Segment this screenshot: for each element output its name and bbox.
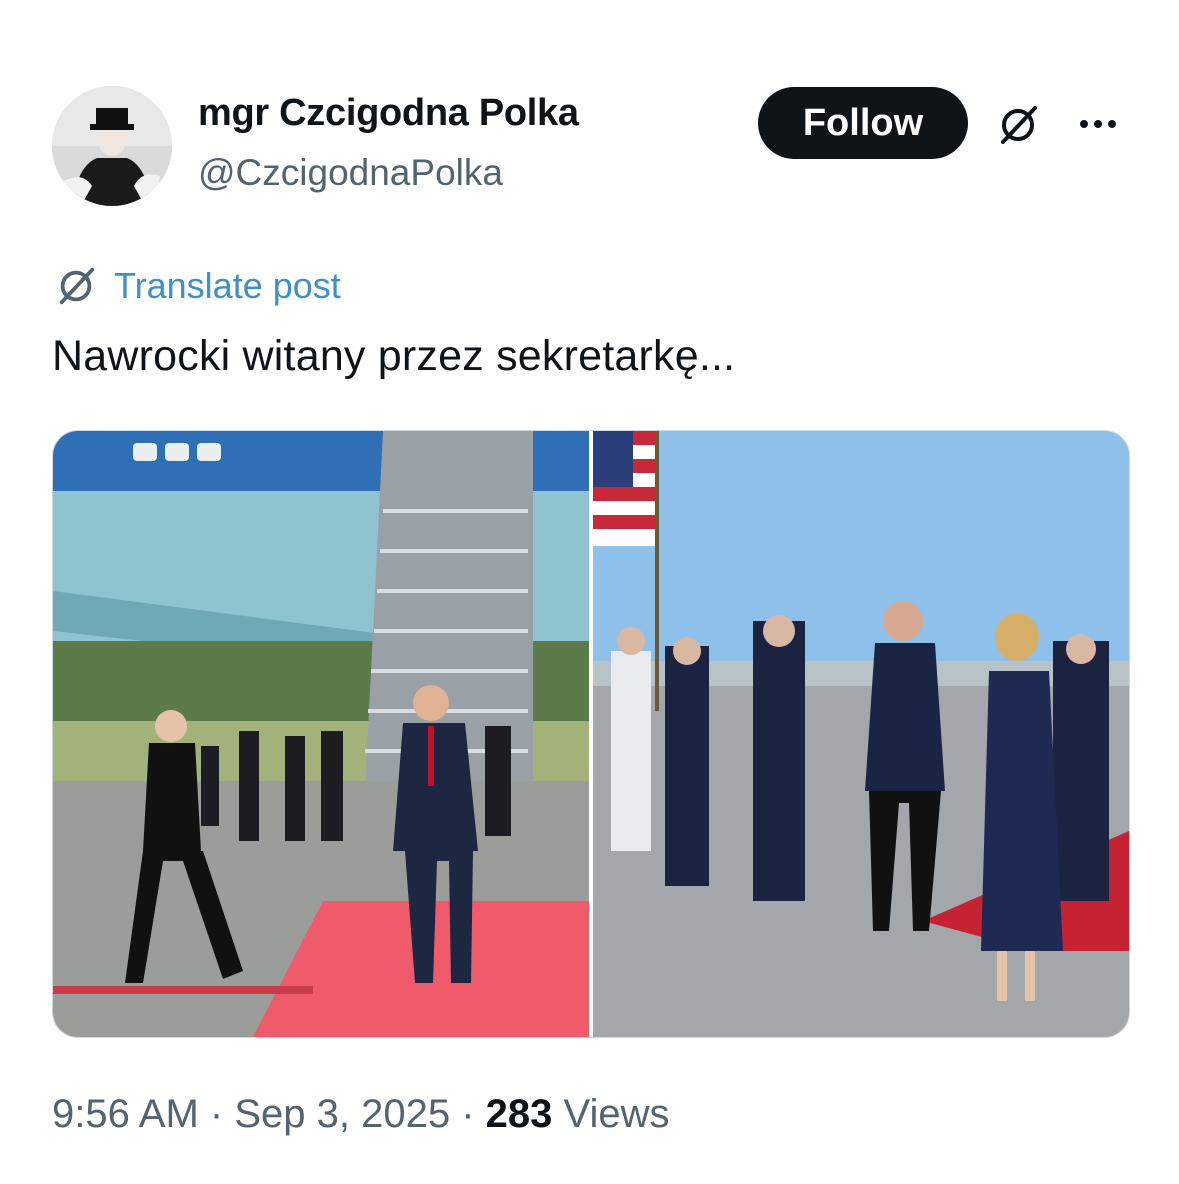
- grok-icon: [59, 267, 95, 305]
- post-date[interactable]: Sep 3, 2025: [234, 1092, 450, 1136]
- media-photo-left[interactable]: [53, 431, 589, 1037]
- views-link[interactable]: 283 Views: [486, 1092, 670, 1136]
- media-photo-right[interactable]: [593, 431, 1129, 1037]
- photo-honor-guard-greeting: [593, 431, 1129, 1037]
- grok-icon: [1001, 106, 1037, 144]
- more-icon: [1080, 120, 1088, 128]
- views-label: Views: [563, 1092, 670, 1136]
- translate-post-label: Translate post: [114, 265, 341, 306]
- translate-post-button[interactable]: Translate post: [54, 262, 341, 310]
- photo-airport-handshake: [53, 431, 589, 1037]
- follow-button[interactable]: Follow: [758, 87, 968, 159]
- post-media: [52, 430, 1130, 1038]
- post-meta: 9:56 AM · Sep 3, 2025 · 283 Views: [52, 1092, 670, 1137]
- more-icon: [1108, 120, 1116, 128]
- post-text: Nawrocki witany przez sekretarkę...: [52, 332, 736, 380]
- author-handle[interactable]: @CzcigodnaPolka: [198, 152, 503, 194]
- more-button[interactable]: [1070, 100, 1126, 148]
- views-count: 283: [485, 1092, 553, 1136]
- grok-button[interactable]: [990, 97, 1046, 153]
- avatar[interactable]: [52, 86, 172, 206]
- avatar-image: [52, 86, 172, 206]
- meta-separator: ·: [461, 1092, 475, 1136]
- post-time[interactable]: 9:56 AM: [52, 1092, 199, 1136]
- more-icon: [1094, 120, 1102, 128]
- meta-separator: ·: [209, 1092, 224, 1136]
- author-display-name[interactable]: mgr Czcigodna Polka: [198, 92, 579, 135]
